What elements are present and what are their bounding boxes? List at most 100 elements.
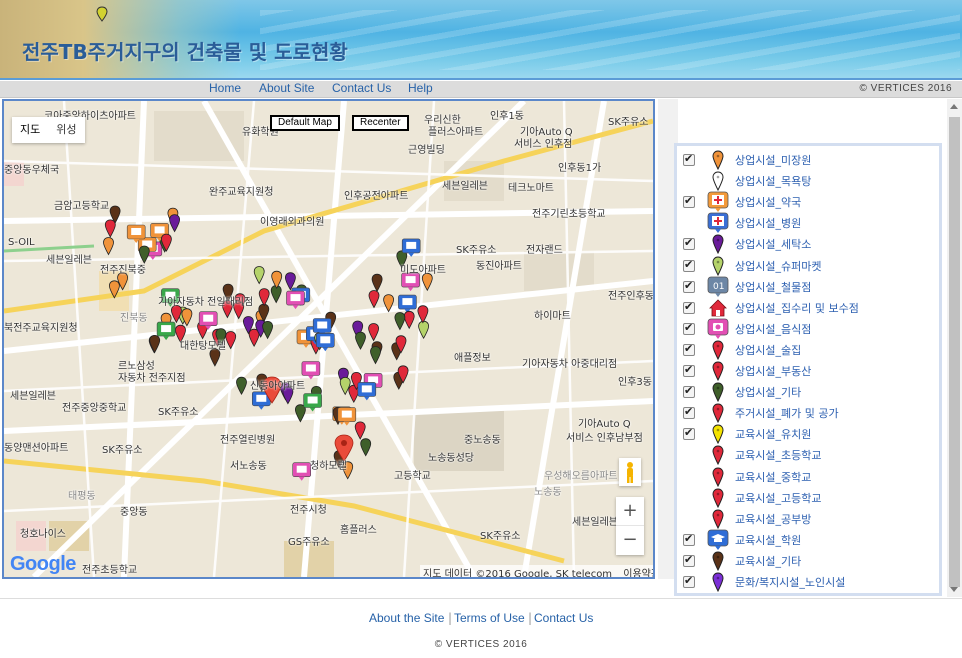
zoom-out-button[interactable]: −	[616, 526, 644, 555]
legend-item[interactable]: 교육시설_중학교	[683, 466, 933, 487]
footer-contact[interactable]: Contact Us	[534, 611, 593, 625]
map-place-label: 자동차 전주지점	[118, 373, 186, 384]
legend-label[interactable]: 주거시설_폐가 및 공가	[735, 405, 839, 421]
map-place-label: 인후동1가	[558, 163, 602, 174]
default-map-button[interactable]: Default Map	[270, 115, 340, 131]
legend-checkbox[interactable]	[683, 194, 695, 209]
nav-about-site[interactable]: About Site	[259, 81, 314, 96]
zoom-in-button[interactable]: +	[616, 497, 644, 526]
map-base-layer	[4, 101, 653, 577]
legend-checkbox[interactable]	[683, 342, 695, 356]
map-place-label: SK주유소	[608, 117, 649, 128]
map-place-label: 진북동	[120, 313, 148, 324]
legend-item[interactable]: 교육시설_고등학교	[683, 488, 933, 508]
legend-checkbox[interactable]	[683, 258, 695, 272]
legend-item[interactable]: 교육시설_초등학교	[683, 445, 933, 466]
legend-checkbox[interactable]	[683, 152, 695, 166]
legend-item[interactable]: 상업시설_병원	[683, 212, 933, 234]
legend-item[interactable]: 상업시설_집수리 및 보수점	[683, 298, 933, 318]
svg-text:01: 01	[713, 282, 724, 292]
legend-label[interactable]: 상업시설_슈퍼마켓	[735, 258, 821, 274]
legend-item[interactable]: 문화/복지시설_복지시설	[683, 593, 933, 596]
legend-item[interactable]: 주거시설_폐가 및 공가	[683, 403, 933, 424]
legend-label[interactable]: 상업시설_목욕탕	[735, 173, 811, 189]
legend-checkbox[interactable]	[683, 363, 695, 377]
legend-label[interactable]: 상업시설_미장원	[735, 152, 811, 168]
map-place-label: 전주초등학교	[82, 565, 138, 576]
map-place-label: 노송동	[534, 487, 562, 498]
legend-checkbox[interactable]	[683, 279, 695, 293]
map-type-map[interactable]: 지도	[12, 117, 48, 143]
legend-label[interactable]: 상업시설_세탁소	[735, 236, 811, 252]
map-place-label: 전자랜드	[526, 245, 563, 256]
scrollbar-thumb[interactable]	[949, 117, 960, 587]
map-place-label: 세븐일레븐	[46, 255, 92, 266]
map-place-label: 청하모텔	[310, 461, 347, 472]
nav-contact-us[interactable]: Contact Us	[332, 81, 391, 96]
pin-purple-icon	[707, 233, 729, 255]
legend-item[interactable]: 상업시설_슈퍼마켓	[683, 255, 933, 276]
legend-label[interactable]: 문화/복지시설_노인시설	[735, 574, 845, 590]
legend-checkbox[interactable]	[683, 384, 695, 399]
legend-checkbox[interactable]	[683, 236, 695, 251]
legend-label[interactable]: 문화/복지시설_복지시설	[735, 595, 845, 596]
pin-brown-icon	[707, 550, 729, 572]
legend-item[interactable]: 교육시설_학원	[683, 529, 933, 550]
legend-label[interactable]: 상업시설_집수리 및 보수점	[735, 300, 859, 316]
legend-label[interactable]: 상업시설_병원	[735, 215, 801, 231]
legend-label[interactable]: 교육시설_학원	[735, 532, 801, 548]
legend-label[interactable]: 교육시설_초등학교	[735, 447, 821, 463]
legend-checkbox[interactable]	[683, 300, 695, 314]
scroll-up-arrow[interactable]	[950, 104, 958, 109]
legend-item[interactable]: 문화/복지시설_노인시설	[683, 572, 933, 592]
legend-label[interactable]: 상업시설_음식점	[735, 321, 811, 337]
legend-item[interactable]: 교육시설_기타	[683, 551, 933, 571]
legend-label[interactable]: 상업시설_기타	[735, 384, 801, 400]
legend-label[interactable]: 교육시설_기타	[735, 553, 801, 569]
legend-item[interactable]: 상업시설_음식점	[683, 318, 933, 339]
legend-checkbox[interactable]	[683, 321, 695, 335]
page-scrollbar[interactable]	[947, 99, 962, 597]
legend-checkbox[interactable]	[683, 426, 695, 441]
legend-item[interactable]: 상업시설_부동산	[683, 361, 933, 381]
legend-label[interactable]: 교육시설_고등학교	[735, 490, 821, 506]
legend-label[interactable]: 상업시설_철물점	[735, 279, 811, 295]
legend-checkbox[interactable]	[683, 405, 695, 420]
legend-label[interactable]: 교육시설_중학교	[735, 469, 811, 485]
legend-item[interactable]: 상업시설_술집	[683, 340, 933, 360]
legend-label[interactable]: 교육시설_공부방	[735, 511, 811, 527]
map-view[interactable]: 코아중앙하이츠아파트 유화학원 우리신한 플러스아파트 인후1동 기아Auto Q 서비스 …	[2, 99, 655, 579]
copyright-top: © VERTICES 2016	[859, 83, 952, 94]
legend-checkbox[interactable]	[683, 532, 695, 546]
legend-item[interactable]: 01 상업시설_철물점	[683, 276, 933, 298]
footer-about[interactable]: About the Site	[369, 611, 444, 625]
legend-item[interactable]: 교육시설_유치원	[683, 424, 933, 445]
footer-terms[interactable]: Terms of Use	[454, 611, 525, 625]
nav-home[interactable]: Home	[209, 81, 241, 96]
page-title: 전주TB주거지구의 건축물 및 도로현황	[22, 40, 348, 64]
legend-label[interactable]: 교육시설_유치원	[735, 426, 811, 442]
map-place-label: 서비스 인후점	[514, 139, 573, 150]
street-view-pegman[interactable]	[619, 458, 641, 486]
legend-item[interactable]: 상업시설_미장원	[683, 150, 933, 170]
map-type-satellite[interactable]: 위성	[48, 117, 84, 143]
scroll-down-arrow[interactable]	[950, 587, 958, 592]
legend-item[interactable]: 교육시설_공부방	[683, 509, 933, 529]
legend-label[interactable]: 상업시설_부동산	[735, 363, 811, 379]
map-place-label: 인후1동	[490, 111, 524, 122]
recenter-button[interactable]: Recenter	[352, 115, 409, 131]
legend-item[interactable]: 상업시설_기타	[683, 382, 933, 403]
map-place-label: 하이마트	[534, 311, 571, 322]
legend-item[interactable]: 상업시설_목욕탕	[683, 171, 933, 192]
legend-item[interactable]: 상업시설_약국	[683, 191, 933, 213]
legend-checkbox[interactable]	[683, 574, 695, 588]
nav-help[interactable]: Help	[408, 81, 433, 96]
hardware-icon: 01	[707, 276, 729, 298]
map-place-label: 노송동성당	[428, 453, 474, 464]
legend-item[interactable]: 상업시설_세탁소	[683, 233, 933, 255]
legend-checkbox[interactable]	[683, 553, 695, 567]
legend-label[interactable]: 상업시설_술집	[735, 342, 801, 358]
map-place-label: 전주중앙중학교	[62, 403, 127, 414]
terms-link[interactable]: 이용약관	[623, 569, 653, 577]
legend-label[interactable]: 상업시설_약국	[735, 194, 801, 210]
